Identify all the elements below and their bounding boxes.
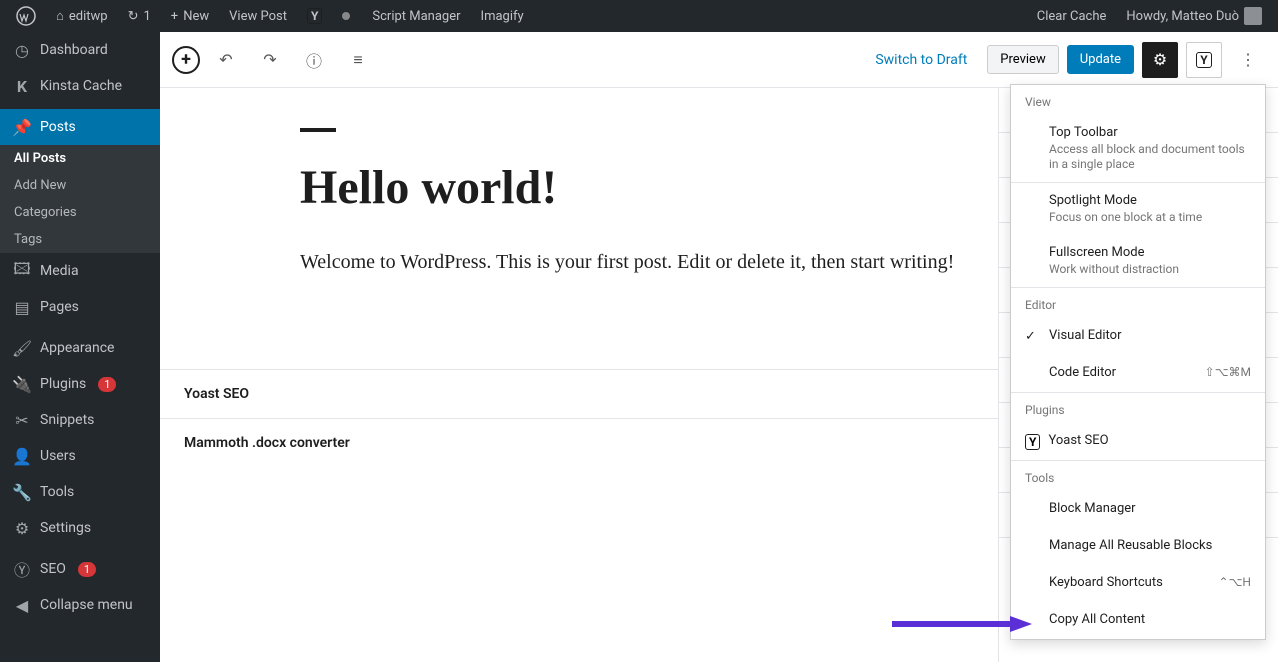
- update-button[interactable]: Update: [1067, 45, 1134, 74]
- yoast-adminbar[interactable]: Y: [299, 0, 330, 32]
- plugins-badge: 1: [98, 377, 116, 392]
- submenu-add-new[interactable]: Add New: [0, 172, 160, 199]
- dd-fullscreen-mode[interactable]: Fullscreen Mode Work without distraction: [1011, 235, 1265, 287]
- gear-icon: ⚙: [1153, 50, 1167, 69]
- info-button[interactable]: ⓘ: [296, 42, 332, 78]
- outline-button[interactable]: ≡: [340, 42, 376, 78]
- title-rule: [300, 128, 336, 132]
- imagify-link[interactable]: Imagify: [473, 0, 532, 32]
- post-title[interactable]: Hello world!: [300, 160, 960, 215]
- scissors-icon: ✂: [12, 410, 32, 430]
- dd-keyboard-shortcuts[interactable]: ⌃⌥H Keyboard Shortcuts: [1011, 565, 1265, 602]
- updates-link[interactable]: ↻1: [120, 0, 159, 32]
- site-name-link[interactable]: ⌂editwp: [48, 0, 116, 32]
- adminbar-dot[interactable]: [334, 0, 360, 32]
- more-vertical-icon: ⋮: [1240, 50, 1256, 69]
- more-menu-button[interactable]: ⋮: [1230, 42, 1266, 78]
- yoast-icon: Y: [1196, 52, 1211, 68]
- collapse-menu[interactable]: ◀Collapse menu: [0, 587, 160, 623]
- howdy-link[interactable]: Howdy, Matteo Duò: [1118, 0, 1270, 32]
- collapse-icon: ◀: [12, 595, 32, 615]
- yoast-icon: Y: [1025, 434, 1040, 450]
- dd-copy-all-content[interactable]: Copy All Content: [1011, 602, 1265, 639]
- plug-icon: 🔌: [12, 374, 32, 394]
- dd-spotlight-mode[interactable]: Spotlight Mode Focus on one block at a t…: [1011, 183, 1265, 235]
- dd-top-toolbar[interactable]: Top Toolbar Access all block and documen…: [1011, 115, 1265, 182]
- dd-view-label: View: [1011, 85, 1265, 115]
- menu-dashboard[interactable]: ◷Dashboard: [0, 32, 160, 68]
- shortcut-text: ⇧⌥⌘M: [1205, 365, 1251, 379]
- script-manager-link[interactable]: Script Manager: [364, 0, 468, 32]
- check-icon: ✓: [1025, 329, 1036, 344]
- preview-button[interactable]: Preview: [987, 45, 1058, 74]
- submenu-tags[interactable]: Tags: [0, 226, 160, 253]
- shortcut-text: ⌃⌥H: [1219, 575, 1251, 589]
- redo-button[interactable]: ↷: [252, 42, 288, 78]
- dd-visual-editor[interactable]: ✓ Visual Editor: [1011, 318, 1265, 355]
- admin-sidebar: ◷Dashboard KKinsta Cache 📌Posts All Post…: [0, 32, 160, 662]
- wrench-icon: 🔧: [12, 482, 32, 502]
- brush-icon: 🖌: [12, 338, 32, 358]
- dashboard-icon: ◷: [12, 40, 32, 60]
- updates-icon: ↻: [128, 9, 139, 24]
- dd-manage-reusable[interactable]: Manage All Reusable Blocks: [1011, 528, 1265, 565]
- avatar: [1244, 7, 1262, 25]
- wp-logo[interactable]: [8, 0, 44, 32]
- menu-settings[interactable]: ⚙Settings: [0, 510, 160, 546]
- switch-to-draft-button[interactable]: Switch to Draft: [863, 44, 979, 76]
- menu-snippets[interactable]: ✂Snippets: [0, 402, 160, 438]
- plus-icon: +: [171, 9, 178, 24]
- menu-pages[interactable]: ▤Pages: [0, 289, 160, 325]
- settings-gear-button[interactable]: ⚙: [1142, 42, 1178, 78]
- clear-cache-link[interactable]: Clear Cache: [1029, 0, 1115, 32]
- more-menu-dropdown: View Top Toolbar Access all block and do…: [1010, 84, 1266, 640]
- seo-badge: 1: [78, 562, 96, 577]
- dd-plugins-label: Plugins: [1011, 393, 1265, 423]
- menu-media[interactable]: 🖾Media: [0, 253, 160, 289]
- menu-tools[interactable]: 🔧Tools: [0, 474, 160, 510]
- user-icon: 👤: [12, 446, 32, 466]
- menu-kinsta-cache[interactable]: KKinsta Cache: [0, 68, 160, 104]
- submenu-all-posts[interactable]: All Posts: [0, 145, 160, 172]
- menu-users[interactable]: 👤Users: [0, 438, 160, 474]
- menu-plugins[interactable]: 🔌Plugins1: [0, 366, 160, 402]
- posts-submenu: All Posts Add New Categories Tags: [0, 145, 160, 253]
- yoast-icon: Y: [307, 8, 322, 24]
- annotation-arrow: [892, 614, 1032, 634]
- pages-icon: ▤: [12, 297, 32, 317]
- dd-tools-label: Tools: [1011, 461, 1265, 491]
- home-icon: ⌂: [56, 8, 64, 24]
- kinsta-icon: K: [12, 76, 32, 96]
- menu-appearance[interactable]: 🖌Appearance: [0, 330, 160, 366]
- new-content-link[interactable]: +New: [163, 0, 217, 32]
- dd-code-editor[interactable]: ⇧⌥⌘M Code Editor: [1011, 355, 1265, 392]
- media-icon: 🖾: [12, 261, 32, 281]
- mammoth-panel-title: Mammoth .docx converter: [184, 435, 350, 451]
- menu-seo[interactable]: ⓎSEO1: [0, 551, 160, 587]
- admin-bar: ⌂editwp ↻1 +New View Post Y Script Manag…: [0, 0, 1278, 32]
- yoast-menu-icon: Ⓨ: [12, 559, 32, 579]
- menu-posts[interactable]: 📌Posts: [0, 109, 160, 145]
- submenu-categories[interactable]: Categories: [0, 199, 160, 226]
- undo-button[interactable]: ↶: [208, 42, 244, 78]
- editor: + ↶ ↷ ⓘ ≡ Switch to Draft Preview Update…: [160, 32, 1278, 662]
- add-block-button[interactable]: +: [172, 46, 200, 74]
- post-body[interactable]: Welcome to WordPress. This is your first…: [300, 245, 960, 279]
- view-post-link[interactable]: View Post: [221, 0, 295, 32]
- editor-toolbar: + ↶ ↷ ⓘ ≡ Switch to Draft Preview Update…: [160, 32, 1278, 88]
- yoast-toolbar-button[interactable]: Y: [1186, 42, 1222, 78]
- pin-icon: 📌: [12, 117, 32, 137]
- dd-editor-label: Editor: [1011, 288, 1265, 318]
- dd-block-manager[interactable]: Block Manager: [1011, 491, 1265, 528]
- sliders-icon: ⚙: [12, 518, 32, 538]
- dd-yoast-seo[interactable]: Y Yoast SEO: [1011, 423, 1265, 460]
- yoast-panel-title: Yoast SEO: [184, 386, 249, 402]
